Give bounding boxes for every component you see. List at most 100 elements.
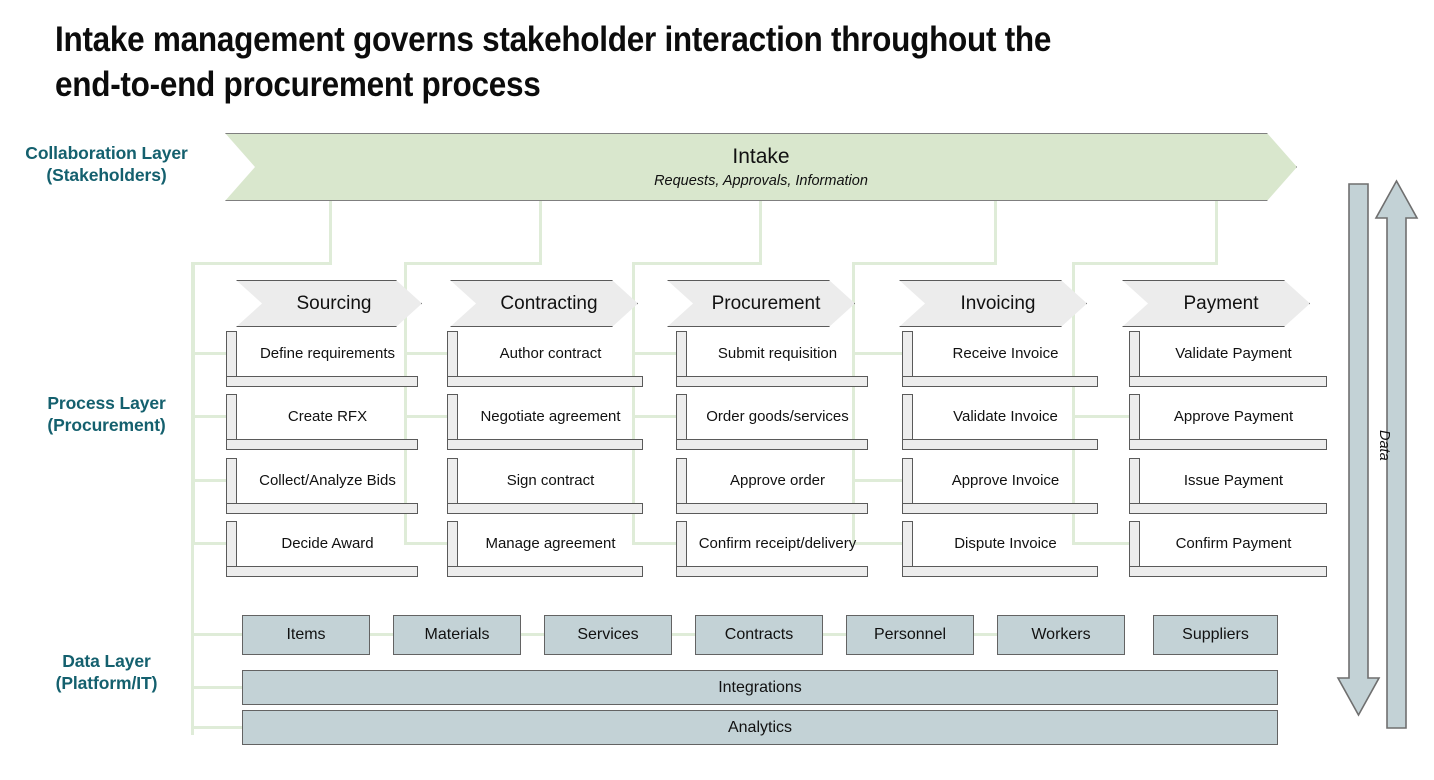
task-bracket-horizontal [902,376,1098,387]
phase-procurement[interactable]: Procurement [667,280,855,327]
phase-label: Invoicing [960,292,1036,314]
data-bar-stub-1 [191,686,242,689]
task-item[interactable]: Create RFX [226,394,418,450]
intake-banner-subtitle: Requests, Approvals, Information [654,172,868,189]
task-item[interactable]: Manage agreement [447,521,643,577]
task-item[interactable]: Confirm receipt/delivery [676,521,868,577]
task-bracket-horizontal [1129,439,1327,450]
column-rail-3 [632,262,762,265]
task-bracket-horizontal [1129,376,1327,387]
task-label: Negotiate agreement [480,407,621,425]
banner-drop-5 [1214,201,1218,263]
task-label: Submit requisition [717,344,838,362]
task-label: Author contract [499,344,602,362]
phase-sourcing[interactable]: Sourcing [236,280,422,327]
task-item[interactable]: Sign contract [447,458,643,514]
task-item[interactable]: Validate Invoice [902,394,1098,450]
phase-label: Contracting [500,292,598,314]
task-bracket-horizontal [447,503,643,514]
task-bracket-horizontal [676,566,868,577]
phase-label: Sourcing [296,292,372,314]
intake-banner-title: Intake [732,145,790,169]
task-label: Sign contract [506,471,595,489]
task-bracket-horizontal [447,376,643,387]
data-entity-suppliers[interactable]: Suppliers [1153,615,1278,655]
banner-drop-4 [993,201,997,263]
task-item[interactable]: Define requirements [226,331,418,387]
layer-label-data: Data Layer (Platform/IT) [55,651,158,694]
task-bracket-horizontal [447,439,643,450]
task-item[interactable]: Receive Invoice [902,331,1098,387]
task-bracket-horizontal [676,503,868,514]
task-bracket-horizontal [447,566,643,577]
task-bracket-horizontal [902,439,1098,450]
task-label: Validate Payment [1175,344,1292,362]
task-item[interactable]: Approve Invoice [902,458,1098,514]
data-entity-services[interactable]: Services [544,615,672,655]
task-item[interactable]: Negotiate agreement [447,394,643,450]
data-entity-items[interactable]: Items [242,615,370,655]
task-item[interactable]: Approve order [676,458,868,514]
task-bracket-horizontal [226,566,418,577]
phase-payment[interactable]: Payment [1122,280,1310,327]
task-item[interactable]: Submit requisition [676,331,868,387]
data-entity-workers[interactable]: Workers [997,615,1125,655]
task-label: Create RFX [287,407,368,425]
data-chip-link-5 [974,633,997,636]
task-bracket-horizontal [226,376,418,387]
task-bracket-horizontal [676,439,868,450]
task-label: Approve Invoice [951,471,1060,489]
task-stub-1-3 [192,478,226,482]
column-rail-4 [852,262,997,265]
data-chip-link-2 [521,633,544,636]
layer-label-collaboration: Collaboration Layer (Stakeholders) [25,143,188,186]
task-label: Confirm receipt/delivery [698,534,857,552]
task-stub-1-2 [192,414,226,418]
phase-invoicing[interactable]: Invoicing [899,280,1087,327]
data-bar-stub-2 [191,726,242,729]
task-bracket-horizontal [1129,503,1327,514]
task-item[interactable]: Issue Payment [1129,458,1327,514]
task-bracket-horizontal [226,503,418,514]
data-flow-label: Data [1376,430,1392,461]
phase-label: Payment [1183,292,1259,314]
data-entity-contracts[interactable]: Contracts [695,615,823,655]
task-bracket-horizontal [226,439,418,450]
diagram-canvas: Intake management governs stakeholder in… [0,0,1434,780]
task-bracket-horizontal [1129,566,1327,577]
task-label: Order goods/services [706,407,849,425]
banner-drop-2 [538,201,542,263]
task-item[interactable]: Order goods/services [676,394,868,450]
data-down-arrow [1336,183,1381,717]
column-rail-5 [1072,262,1218,265]
task-item[interactable]: Confirm Payment [1129,521,1327,577]
data-chip-link-4 [823,633,846,636]
data-entity-personnel[interactable]: Personnel [846,615,974,655]
task-bracket-horizontal [902,503,1098,514]
task-item[interactable]: Decide Award [226,521,418,577]
task-item[interactable]: Dispute Invoice [902,521,1098,577]
data-chip-stub [191,633,242,636]
task-label: Approve Payment [1173,407,1294,425]
task-label: Receive Invoice [952,344,1059,362]
data-entity-materials[interactable]: Materials [393,615,521,655]
data-platform-analytics[interactable]: Analytics [242,710,1278,745]
data-platform-integrations[interactable]: Integrations [242,670,1278,705]
task-item[interactable]: Validate Payment [1129,331,1327,387]
task-label: Issue Payment [1183,471,1284,489]
task-item[interactable]: Collect/Analyze Bids [226,458,418,514]
banner-drop-1 [328,201,332,263]
task-label: Dispute Invoice [954,534,1057,552]
task-label: Decide Award [281,534,374,552]
data-chip-link-3 [672,633,695,636]
task-label: Confirm Payment [1175,534,1292,552]
task-label: Collect/Analyze Bids [259,471,396,489]
task-item[interactable]: Author contract [447,331,643,387]
layer-label-process: Process Layer (Procurement) [47,393,166,436]
phase-contracting[interactable]: Contracting [450,280,638,327]
task-label: Approve order [729,471,826,489]
task-label: Manage agreement [485,534,616,552]
task-item[interactable]: Approve Payment [1129,394,1327,450]
task-bracket-horizontal [676,376,868,387]
data-chip-link-1 [370,633,393,636]
